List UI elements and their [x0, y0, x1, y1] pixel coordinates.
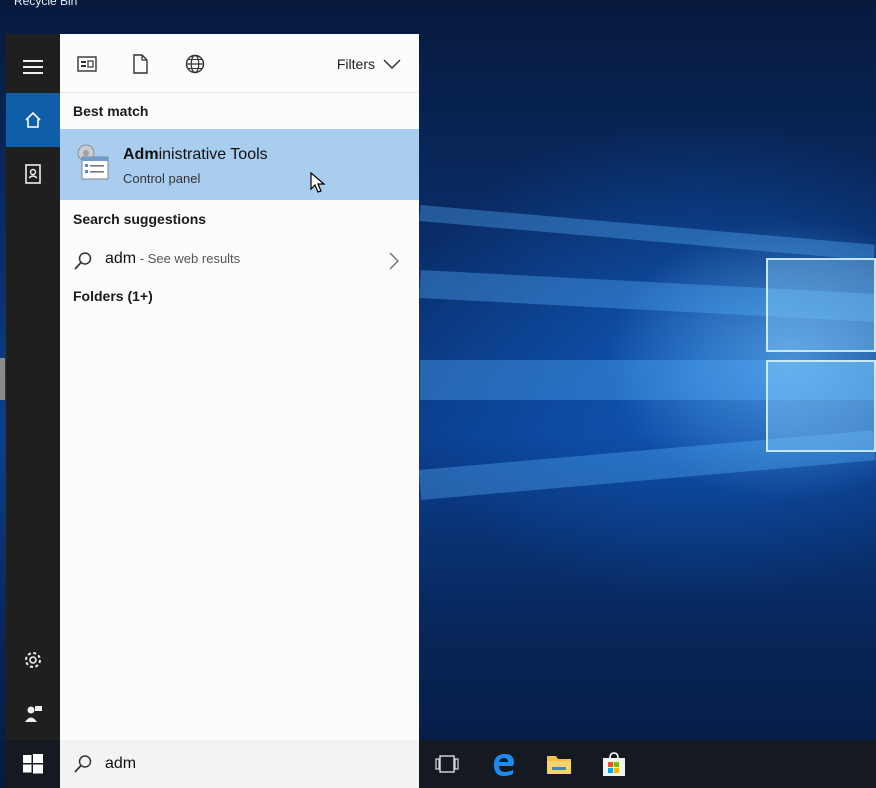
desktop-icon-label[interactable]: Recycle Bin [14, 0, 77, 8]
task-view-icon[interactable] [433, 750, 461, 778]
edge-browser-icon[interactable] [490, 750, 518, 778]
apps-icon[interactable] [75, 52, 99, 76]
start-rail [6, 34, 60, 740]
best-match-title-highlight: Adm [123, 146, 159, 163]
best-match-title: Administrative Tools [123, 146, 268, 164]
search-input[interactable]: adm [105, 755, 136, 773]
search-icon [73, 754, 93, 779]
home-icon[interactable] [6, 93, 60, 147]
file-explorer-icon[interactable] [545, 750, 573, 778]
notebook-icon[interactable] [6, 147, 60, 201]
chevron-right-icon [389, 252, 400, 275]
windows-logo-wallpaper [762, 248, 876, 468]
window-edge-marker [0, 358, 5, 400]
feedback-icon[interactable] [6, 687, 60, 741]
filters-label: Filters [336, 56, 375, 72]
taskbar: adm [6, 740, 876, 788]
best-match-heading: Best match [73, 103, 149, 119]
mouse-cursor-icon [310, 171, 326, 199]
web-suggestion-item[interactable]: adm - See web results [60, 242, 419, 278]
document-icon[interactable] [128, 52, 152, 76]
taskbar-search-box[interactable]: adm [60, 740, 419, 788]
suggestion-query: adm [105, 250, 137, 267]
search-toolbar: Filters [60, 34, 419, 93]
best-match-result[interactable]: Administrative Tools Control panel [60, 129, 419, 200]
store-icon[interactable] [600, 750, 628, 778]
search-suggestions-heading: Search suggestions [73, 211, 207, 227]
administrative-tools-icon [74, 143, 110, 183]
start-windows-icon[interactable] [6, 740, 60, 788]
best-match-title-rest: inistrative Tools [158, 146, 268, 163]
search-results-panel: Filters Best match Administrative Tools … [60, 34, 419, 740]
settings-icon[interactable] [6, 633, 60, 687]
search-icon [73, 251, 93, 276]
suggestion-hint: - See web results [136, 251, 241, 266]
chevron-down-icon [383, 56, 401, 72]
web-icon[interactable] [183, 52, 207, 76]
folders-heading[interactable]: Folders (1+) [73, 288, 153, 304]
suggestion-text: adm - See web results [105, 250, 240, 268]
hamburger-menu-icon[interactable] [6, 40, 60, 94]
filters-dropdown[interactable]: Filters [337, 56, 401, 72]
best-match-subtitle: Control panel [123, 171, 201, 186]
